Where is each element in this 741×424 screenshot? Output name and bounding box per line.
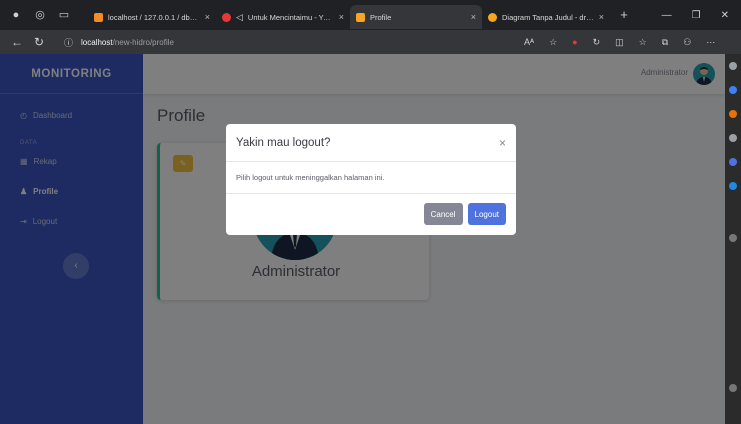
browser-tab-tools: ● ◎ ▭	[0, 9, 88, 21]
close-tab-icon[interactable]: ×	[205, 12, 210, 22]
profile-icon[interactable]: ●	[10, 9, 22, 21]
new-tab-icon[interactable]: +	[618, 8, 630, 21]
browser-tab-youtube[interactable]: ◁ Untuk Mencintaimu - You... ×	[216, 5, 350, 29]
favorite-star-icon[interactable]: ☆	[549, 37, 557, 48]
modal-body: Pilih logout untuk meninggalkan halaman …	[226, 162, 516, 194]
sidebar-app-icon[interactable]	[729, 86, 737, 94]
refresh-icon[interactable]: ↻	[28, 35, 50, 49]
close-icon[interactable]: ×	[499, 136, 506, 150]
cancel-button[interactable]: Cancel	[423, 203, 463, 225]
modal-backdrop[interactable]: Yakin mau logout? × Pilih logout untuk m…	[0, 54, 725, 424]
sidebar-app-icon[interactable]	[729, 110, 737, 118]
minimize-icon[interactable]: —	[662, 10, 672, 21]
tab-title: Profile	[370, 12, 392, 22]
tab-favicon-icon	[356, 12, 365, 22]
url-field[interactable]: ⓘ localhost /new-hidro/profile	[56, 33, 516, 51]
modal-header: Yakin mau logout? ×	[226, 124, 516, 162]
workspaces-icon[interactable]: ◎	[34, 9, 46, 21]
url-host: localhost	[81, 37, 113, 47]
extension-icon[interactable]: ●	[572, 37, 577, 47]
back-icon[interactable]: ←	[6, 35, 28, 49]
more-icon[interactable]: ⋯	[706, 37, 715, 48]
collections-icon[interactable]: ⧉	[662, 37, 668, 48]
add-icon[interactable]	[729, 234, 737, 242]
modal-footer: Cancel Logout	[226, 194, 516, 234]
browser-tab-profile[interactable]: Profile ×	[350, 5, 482, 29]
sidebar-app-icon[interactable]	[729, 182, 737, 190]
modal-title: Yakin mau logout?	[236, 136, 331, 149]
audio-icon[interactable]: ◁	[236, 12, 243, 23]
tab-title: localhost / 127.0.0.1 / db_new...	[108, 12, 200, 22]
modal-message: Pilih logout untuk meninggalkan halaman …	[236, 173, 385, 182]
browser-tab-strip: ● ◎ ▭ localhost / 127.0.0.1 / db_new... …	[0, 0, 741, 30]
browser-address-bar: ← ↻ ⓘ localhost /new-hidro/profile Aᴬ ☆ …	[0, 30, 741, 54]
logout-button[interactable]: Logout	[467, 203, 506, 225]
tab-favicon-icon	[488, 12, 497, 22]
sidebar-settings-icon[interactable]	[729, 384, 737, 392]
browser-tab-phpmyadmin[interactable]: localhost / 127.0.0.1 / db_new... ×	[88, 5, 216, 29]
browser-toolbar-icons: Aᴬ ☆ ● ↻ ◫ ☆ ⧉ ⚇ ⋯	[524, 37, 715, 48]
restore-icon[interactable]: ❐	[692, 10, 701, 21]
tab-favicon-icon	[94, 12, 103, 22]
browser-edge-sidebar	[725, 54, 741, 424]
tab-title: Diagram Tanpa Judul - draw.io	[502, 12, 594, 22]
sidebar-app-icon[interactable]	[729, 134, 737, 142]
search-icon[interactable]	[729, 62, 737, 70]
tab-favicon-icon	[222, 12, 231, 22]
browser-tab-drawio[interactable]: Diagram Tanpa Judul - draw.io ×	[482, 5, 610, 29]
close-window-icon[interactable]: ✕	[721, 10, 729, 21]
copilot-icon[interactable]: ⚇	[683, 37, 691, 48]
split-screen-icon[interactable]: ◫	[615, 37, 624, 48]
close-tab-icon[interactable]: ×	[599, 12, 604, 22]
close-tab-icon[interactable]: ×	[471, 12, 476, 22]
refresh-extension-icon[interactable]: ↻	[593, 37, 601, 48]
logout-modal: Yakin mau logout? × Pilih logout untuk m…	[226, 124, 516, 235]
favorites-icon[interactable]: ☆	[639, 37, 647, 48]
site-info-icon[interactable]: ⓘ	[64, 36, 73, 49]
url-path: /new-hidro/profile	[112, 37, 174, 47]
window-controls: — ❐ ✕	[662, 0, 741, 30]
read-aloud-icon[interactable]: Aᴬ	[524, 37, 534, 47]
sidebar-app-icon[interactable]	[729, 158, 737, 166]
tab-actions-icon[interactable]: ▭	[58, 9, 70, 21]
close-tab-icon[interactable]: ×	[339, 12, 344, 22]
tab-title: Untuk Mencintaimu - You...	[247, 12, 334, 22]
